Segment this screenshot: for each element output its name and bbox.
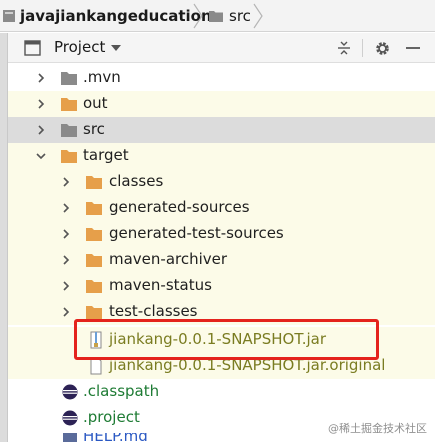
watermark: @稀土掘金技术社区 (328, 422, 427, 435)
tree-row-out[interactable]: out (8, 91, 435, 117)
breadcrumb: javajiankangeducation src (0, 0, 435, 32)
folder-icon (86, 228, 102, 241)
folder-icon (61, 72, 77, 85)
gear-icon[interactable] (372, 38, 392, 58)
tree-row-maven-archiver[interactable]: maven-archiver (8, 247, 435, 273)
breadcrumb-project-label: javajiankangeducation (20, 7, 212, 25)
folder-icon (61, 124, 77, 137)
tree-item-label: target (83, 146, 129, 164)
left-tool-strip[interactable] (0, 33, 8, 442)
tree-row-target[interactable]: target (8, 143, 435, 169)
folder-icon (61, 98, 77, 111)
tree-item-label: src (83, 120, 105, 138)
collapse-all-icon[interactable] (334, 38, 354, 58)
tree-item-label: HELP.md (83, 433, 148, 442)
chevron-right-icon[interactable] (60, 254, 72, 266)
breadcrumb-separator-icon (253, 3, 263, 29)
tree-item-label: .mvn (83, 68, 121, 86)
tree-item-label: .project (83, 408, 140, 426)
highlight-box (74, 319, 379, 360)
eclipse-icon (62, 410, 78, 426)
panel-title[interactable]: Project (54, 38, 105, 56)
chevron-right-icon[interactable] (60, 176, 72, 188)
dropdown-caret-icon[interactable] (111, 45, 121, 52)
breadcrumb-separator-icon (193, 3, 203, 29)
project-tree: .mvn out src target classes generated-so… (8, 63, 435, 442)
project-view-icon (24, 40, 41, 56)
tree-item-label: .classpath (83, 382, 160, 400)
chevron-right-icon[interactable] (60, 228, 72, 240)
tree-row-classes[interactable]: classes (8, 169, 435, 195)
folder-icon (86, 254, 102, 267)
markdown-file-icon (63, 433, 77, 442)
tree-row-generated-sources[interactable]: generated-sources (8, 195, 435, 221)
chevron-right-icon[interactable] (35, 98, 47, 110)
tree-item-label: generated-test-sources (109, 224, 284, 242)
tree-row-src[interactable]: src (8, 117, 435, 143)
toolbar-divider (362, 39, 363, 57)
chevron-right-icon[interactable] (60, 306, 72, 318)
chevron-right-icon[interactable] (35, 72, 47, 84)
chevron-right-icon[interactable] (60, 202, 72, 214)
tree-item-label: maven-archiver (109, 250, 228, 268)
tree-item-label: test-classes (109, 302, 198, 320)
chevron-right-icon[interactable] (35, 124, 47, 136)
eclipse-icon (62, 384, 78, 400)
folder-icon (61, 150, 77, 163)
breadcrumb-item-folder[interactable]: src (208, 0, 251, 32)
tree-row-mvn[interactable]: .mvn (8, 65, 435, 91)
tree-row-generated-test-sources[interactable]: generated-test-sources (8, 221, 435, 247)
tree-item-label: out (83, 94, 108, 112)
folder-icon (86, 280, 102, 293)
tree-item-label: classes (109, 172, 164, 190)
tree-row-maven-status[interactable]: maven-status (8, 273, 435, 299)
tree-item-label: maven-status (109, 276, 212, 294)
project-panel-header: Project (8, 33, 435, 63)
folder-icon (209, 11, 223, 22)
folder-icon (86, 176, 102, 189)
project-folder-icon (3, 10, 15, 22)
tree-row-classpath[interactable]: .classpath (8, 379, 435, 405)
minimize-icon[interactable] (403, 38, 423, 58)
breadcrumb-item-project[interactable]: javajiankangeducation (2, 0, 212, 32)
tree-item-label: generated-sources (109, 198, 250, 216)
chevron-right-icon[interactable] (60, 280, 72, 292)
folder-icon (86, 202, 102, 215)
breadcrumb-folder-label: src (229, 7, 251, 25)
chevron-down-icon[interactable] (35, 150, 47, 162)
